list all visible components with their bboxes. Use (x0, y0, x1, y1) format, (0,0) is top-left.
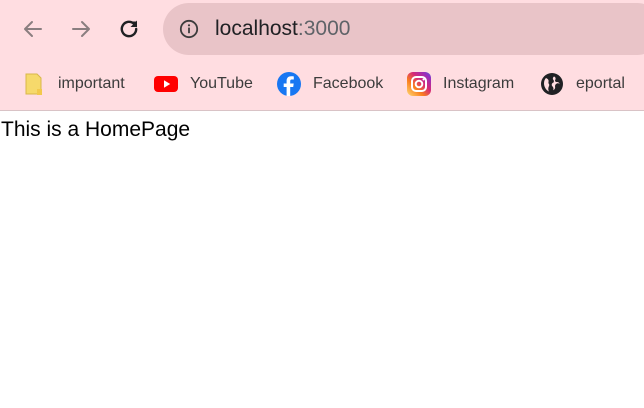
bookmark-label: eportal (576, 75, 625, 92)
bookmark-label: Facebook (313, 75, 384, 92)
url-host: localhost (215, 17, 298, 40)
page-content: This is a HomePage (0, 111, 644, 408)
arrow-left-icon (24, 21, 42, 37)
folder-icon (22, 72, 46, 96)
bookmark-important[interactable]: important (22, 70, 125, 98)
youtube-icon (154, 72, 178, 96)
homepage-text: This is a HomePage (1, 118, 191, 141)
bookmarks-bar: important YouTube Facebook Instagram epo… (0, 58, 644, 110)
back-button[interactable] (17, 13, 49, 45)
bookmark-label: YouTube (190, 75, 253, 92)
browser-toolbar: localhost:3000 (0, 0, 644, 58)
info-icon[interactable] (179, 19, 199, 39)
bookmark-eportal[interactable]: eportal (540, 70, 625, 98)
bookmark-facebook[interactable]: Facebook (277, 70, 383, 98)
reload-icon (120, 20, 138, 38)
url-text[interactable]: localhost:3000 (215, 17, 350, 41)
bookmark-label: important (58, 75, 125, 92)
bookmark-youtube[interactable]: YouTube (154, 70, 253, 98)
globe-icon (540, 72, 564, 96)
browser-chrome: localhost:3000 important YouTube Faceboo… (0, 0, 644, 111)
facebook-icon (277, 72, 301, 96)
address-bar[interactable]: localhost:3000 (163, 3, 644, 55)
bookmark-label: Instagram (443, 75, 515, 92)
bookmark-instagram[interactable]: Instagram (407, 70, 514, 98)
arrow-right-icon (72, 21, 90, 37)
forward-button[interactable] (65, 13, 97, 45)
reload-button[interactable] (113, 13, 145, 45)
instagram-icon (407, 72, 431, 96)
url-port: :3000 (297, 17, 351, 40)
